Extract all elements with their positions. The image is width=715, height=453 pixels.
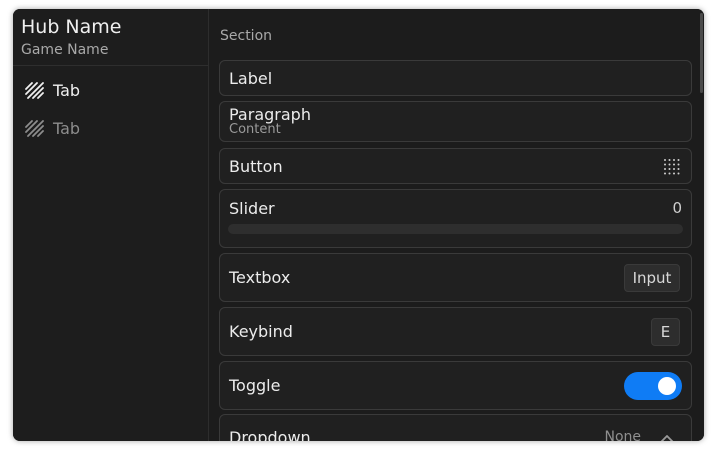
sidebar-tab-1[interactable]: Tab — [25, 78, 80, 102]
hatch-icon — [25, 119, 44, 137]
hub-name: Hub Name — [21, 16, 122, 38]
chevron-up-icon — [659, 429, 675, 441]
hatch-icon — [25, 81, 44, 99]
dropdown-card[interactable]: Dropdown None — [219, 414, 692, 441]
keybind-key[interactable]: E — [651, 318, 680, 346]
main-panel: Section Label Paragraph Content Button S… — [209, 9, 704, 441]
paragraph-card: Paragraph Content — [219, 101, 692, 142]
textbox-card: Textbox Input — [219, 253, 692, 302]
paragraph-content: Content — [229, 122, 281, 137]
label-text: Label — [229, 69, 273, 88]
dropdown-value: None — [604, 429, 641, 441]
dropdown-label: Dropdown — [229, 428, 311, 441]
slider-label: Slider — [229, 199, 275, 218]
sidebar-divider — [13, 65, 208, 66]
slider-value: 0 — [672, 199, 682, 217]
game-name: Game Name — [21, 42, 109, 58]
button-card[interactable]: Button — [219, 148, 692, 184]
toggle-label: Toggle — [229, 376, 281, 395]
textbox-label: Textbox — [229, 268, 291, 287]
keybind-label: Keybind — [229, 322, 293, 341]
grid-dots-icon — [663, 158, 681, 176]
keybind-card: Keybind E — [219, 307, 692, 356]
sidebar: Hub Name Game Name Tab Tab — [13, 9, 209, 441]
toggle-knob — [658, 377, 676, 395]
button-label: Button — [229, 157, 283, 176]
section-title: Section — [220, 28, 273, 44]
slider-track[interactable] — [228, 224, 683, 234]
slider-card: Slider 0 — [219, 189, 692, 248]
toggle-card: Toggle — [219, 361, 692, 410]
sidebar-tab-label: Tab — [53, 80, 81, 100]
sidebar-tab-2[interactable]: Tab — [25, 116, 80, 140]
scrollbar[interactable] — [700, 13, 703, 93]
label-card: Label — [219, 60, 692, 96]
textbox-input[interactable]: Input — [624, 264, 680, 292]
sidebar-tab-label: Tab — [53, 118, 81, 138]
hub-window: Hub Name Game Name Tab Tab Section Label… — [13, 9, 704, 441]
toggle-switch[interactable] — [624, 372, 682, 400]
